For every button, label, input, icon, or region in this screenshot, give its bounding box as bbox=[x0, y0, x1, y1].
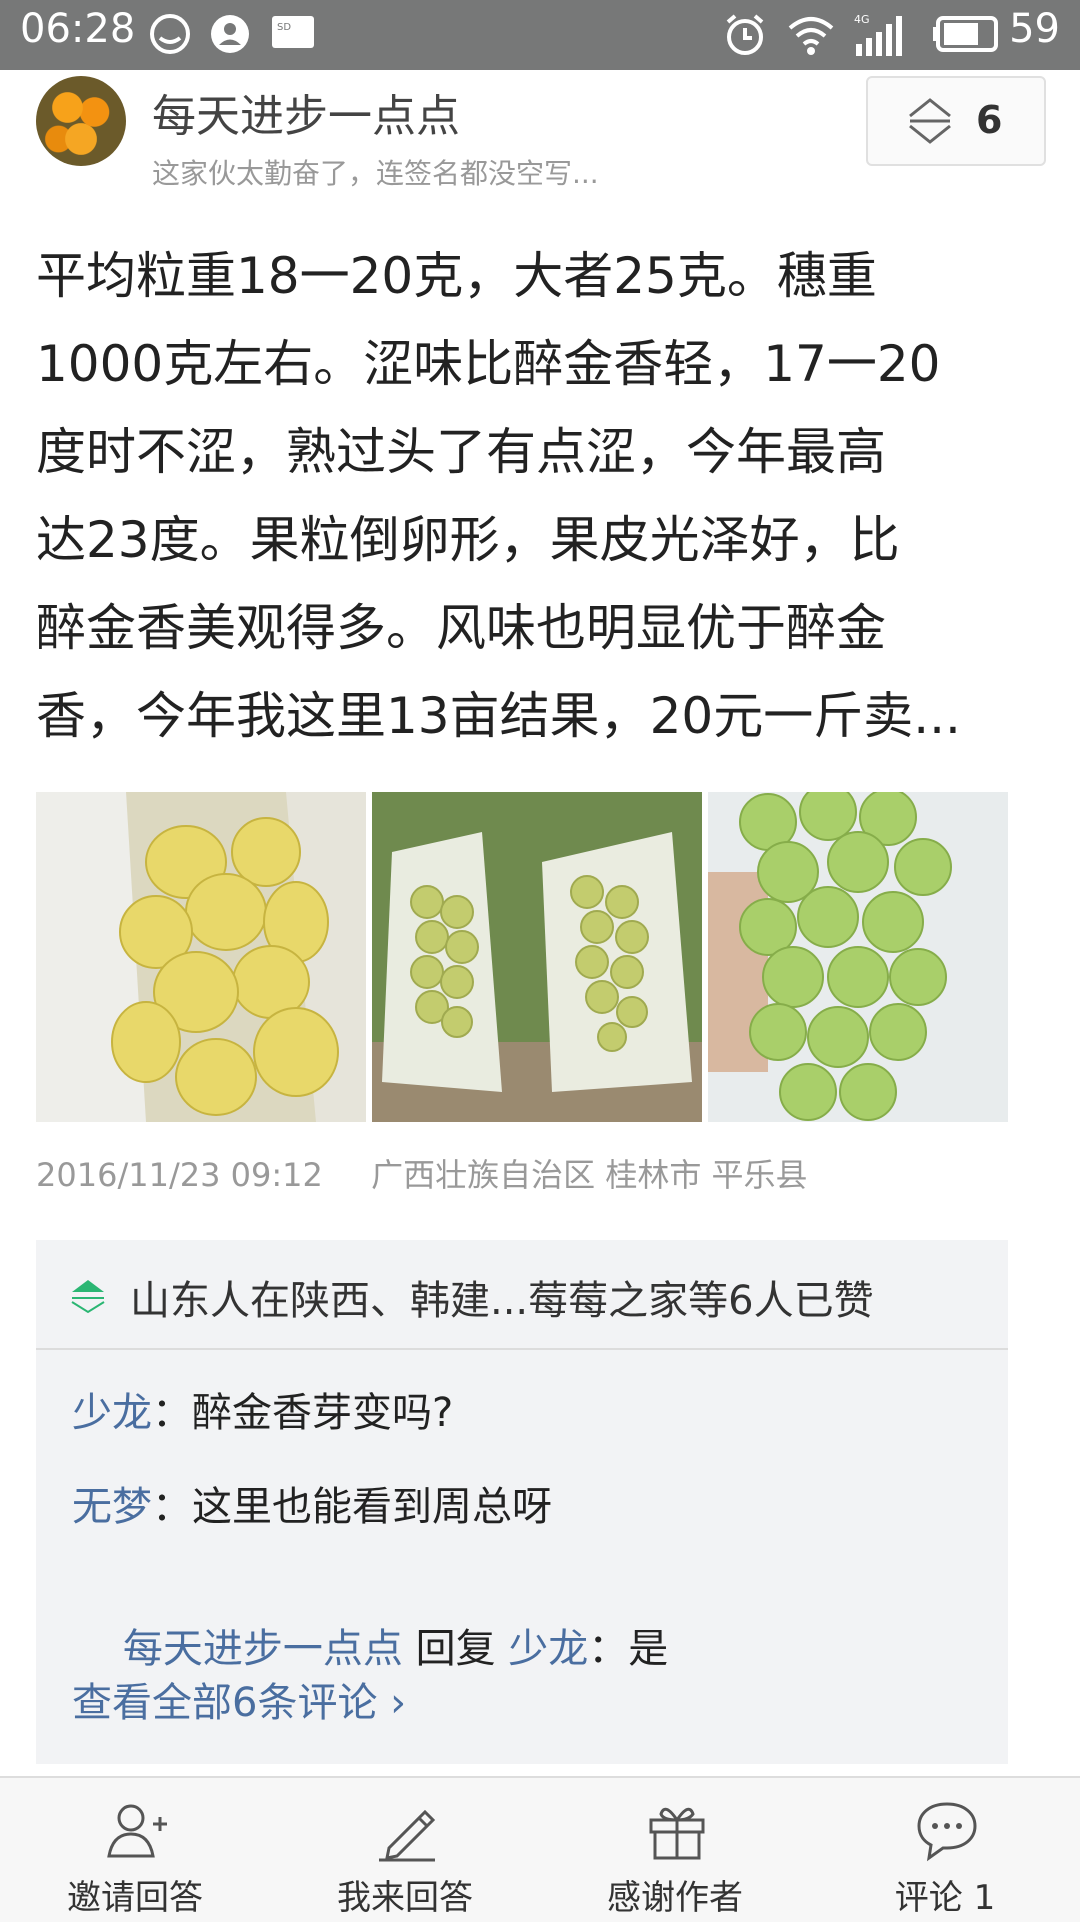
grape-photo-2[interactable] bbox=[372, 792, 702, 1122]
content-line: 香，今年我这里13亩结果，20元一斤卖... bbox=[36, 687, 961, 745]
content-line: 度时不涩，熟过头了有点涩，今年最高 bbox=[36, 423, 886, 481]
reply-word: 回复 bbox=[402, 1626, 509, 1672]
author-signature: 这家伙太勤奋了，连签名都没空写... bbox=[152, 157, 599, 190]
content-line: 达23度。果粒倒卵形，果皮光泽好，比 bbox=[36, 511, 900, 569]
sync-icon bbox=[148, 12, 192, 60]
tab-label: 我来回答 bbox=[337, 1878, 473, 1918]
pen-icon bbox=[379, 1809, 436, 1862]
vote-button[interactable]: 6 bbox=[866, 76, 1046, 166]
comment-author[interactable]: 少龙 bbox=[72, 1390, 152, 1436]
post-meta: 2016/11/23 09:12 广西壮族自治区 桂林市 平乐县 bbox=[36, 1150, 808, 1196]
post-content: 平均粒重18一20克，大者25克。穗重 1000克左右。涩味比醉金香轻，17一2… bbox=[36, 232, 1026, 760]
battery-icon bbox=[932, 12, 1002, 60]
comment-separator: ： bbox=[152, 1484, 192, 1530]
comment-text: 是 bbox=[628, 1626, 669, 1672]
upvote-icon bbox=[70, 1278, 106, 1318]
sd-card-icon: SD bbox=[270, 12, 316, 56]
comment-text: 醉金香芽变吗? bbox=[192, 1390, 454, 1436]
gift-icon bbox=[649, 1807, 705, 1860]
likes-text: 山东人在陕西、韩建...莓莓之家等6人已赞 bbox=[130, 1278, 874, 1324]
tab-label: 评论 1 bbox=[894, 1878, 996, 1918]
alarm-icon bbox=[722, 12, 768, 62]
reply-target[interactable]: 少龙 bbox=[508, 1626, 588, 1672]
tab-label: 邀请回答 bbox=[67, 1878, 203, 1918]
thank-author-button[interactable]: 感谢作者 bbox=[540, 1778, 810, 1922]
invite-answer-button[interactable]: 邀请回答 bbox=[0, 1778, 270, 1922]
grape-photo-3[interactable] bbox=[708, 792, 1008, 1122]
invite-user-icon bbox=[107, 1804, 167, 1858]
content-line: 1000克左右。涩味比醉金香轻，17一20 bbox=[36, 335, 941, 393]
vote-arrows-icon bbox=[906, 96, 954, 150]
comment-button[interactable]: 评论 1 bbox=[810, 1778, 1080, 1922]
account-icon bbox=[208, 12, 252, 60]
vote-count: 6 bbox=[976, 98, 1003, 142]
status-bar: 06:28 SD 4G 59 bbox=[0, 0, 1080, 70]
comment-bubble-icon bbox=[917, 1802, 977, 1862]
tab-label: 感谢作者 bbox=[607, 1878, 743, 1918]
post-timestamp: 2016/11/23 09:12 bbox=[36, 1156, 323, 1194]
comment-author[interactable]: 每天进步一点点 bbox=[123, 1626, 403, 1672]
comment-separator: ： bbox=[588, 1626, 629, 1672]
author-name[interactable]: 每天进步一点点 bbox=[152, 80, 460, 144]
wifi-icon bbox=[786, 12, 836, 60]
avatar[interactable] bbox=[36, 76, 126, 166]
comment-item[interactable]: 少龙：醉金香芽变吗? bbox=[72, 1380, 453, 1438]
likes-row[interactable]: 山东人在陕西、韩建...莓莓之家等6人已赞 bbox=[36, 1240, 1008, 1350]
comment-author[interactable]: 无梦 bbox=[72, 1484, 152, 1530]
comment-item[interactable]: 无梦：这里也能看到周总呀 bbox=[72, 1474, 552, 1532]
battery-level: 59 bbox=[1009, 6, 1060, 52]
svg-text:SD: SD bbox=[277, 22, 291, 33]
grape-photo-1[interactable] bbox=[36, 792, 366, 1122]
network-type: 4G bbox=[854, 13, 870, 26]
view-all-comments-link[interactable]: 查看全部6条评论 › bbox=[72, 1670, 406, 1728]
post-location: 广西壮族自治区 桂林市 平乐县 bbox=[371, 1156, 808, 1194]
cell-signal-icon: 4G bbox=[852, 12, 908, 62]
comment-separator: ： bbox=[152, 1390, 192, 1436]
comment-text: 这里也能看到周总呀 bbox=[192, 1484, 552, 1530]
bottom-action-bar: 邀请回答 我来回答 感谢作者 评论 1 bbox=[0, 1776, 1080, 1922]
status-time: 06:28 bbox=[20, 6, 136, 52]
content-line: 醉金香美观得多。风味也明显优于醉金 bbox=[36, 599, 886, 657]
write-answer-button[interactable]: 我来回答 bbox=[270, 1778, 540, 1922]
comments-panel: 山东人在陕西、韩建...莓莓之家等6人已赞 少龙：醉金香芽变吗? 无梦：这里也能… bbox=[36, 1240, 1008, 1764]
content-line: 平均粒重18一20克，大者25克。穗重 bbox=[36, 247, 877, 305]
